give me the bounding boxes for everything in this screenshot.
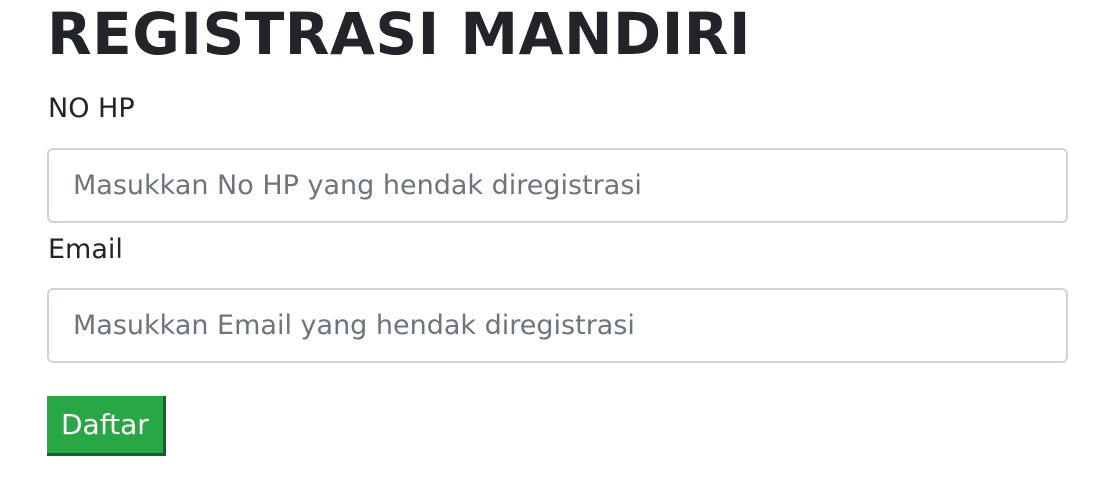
phone-input[interactable] xyxy=(47,148,1068,223)
submit-button[interactable]: Daftar xyxy=(47,396,166,456)
phone-label: NO HP xyxy=(48,93,135,124)
email-input[interactable] xyxy=(47,288,1068,363)
page-title: REGISTRASI MANDIRI xyxy=(47,0,752,68)
email-label: Email xyxy=(48,234,123,265)
registration-page: REGISTRASI MANDIRI NO HP Email Daftar xyxy=(0,0,1110,482)
